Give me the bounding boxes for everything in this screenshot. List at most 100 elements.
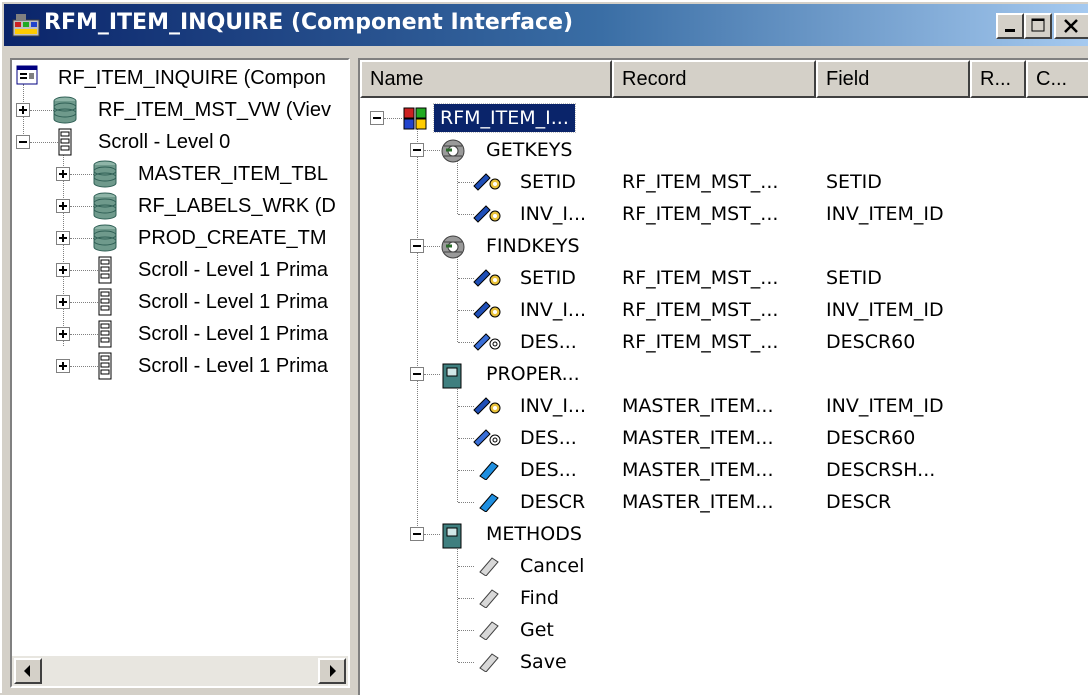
tree-grid-row[interactable]: INV_I... RF_ITEM_MST_... INV_ITEM_ID	[360, 198, 1088, 230]
column-header-record[interactable]: Record	[612, 60, 816, 98]
tree-item[interactable]: RF_LABELS_WRK (D	[12, 190, 348, 222]
tree-connector	[384, 118, 402, 119]
tree-item[interactable]: Scroll - Level 0	[12, 126, 348, 158]
scroll-right-button[interactable]	[318, 658, 346, 684]
column-header-c[interactable]: C...	[1026, 60, 1088, 98]
row-field: INV_ITEM_ID	[826, 299, 944, 321]
minimize-button[interactable]	[996, 13, 1024, 39]
column-header-name[interactable]: Name	[360, 60, 612, 98]
expand-icon[interactable]	[56, 327, 70, 341]
expand-icon[interactable]	[56, 359, 70, 373]
row-field: SETID	[826, 267, 882, 289]
row-name: Get	[520, 619, 554, 641]
row-record: MASTER_ITEM...	[622, 491, 774, 513]
tree-connector	[30, 142, 58, 143]
tree-grid-row[interactable]: SETID RF_ITEM_MST_... SETID	[360, 166, 1088, 198]
component-interface-icon	[12, 12, 40, 38]
window-title: RFM_ITEM_INQUIRE (Component Interface)	[44, 10, 574, 35]
tree-grid-row[interactable]: Cancel	[360, 550, 1088, 582]
tree-item-label: Scroll - Level 0	[98, 131, 231, 153]
column-header-r[interactable]: R...	[970, 60, 1026, 98]
tree-grid-row[interactable]: PROPER...	[360, 358, 1088, 390]
tree-item[interactable]: Scroll - Level 1 Prima	[12, 254, 348, 286]
component-interface-grid[interactable]: Name Record Field R... C... RFM_ITEM_I..…	[358, 58, 1088, 695]
tree-grid-row[interactable]: FINDKEYS	[360, 230, 1088, 262]
tree-item-label: RF_ITEM_INQUIRE (Compon	[58, 67, 326, 89]
collapse-icon[interactable]	[410, 367, 424, 381]
row-name: DES...	[520, 459, 577, 481]
row-name: PROPER...	[486, 363, 580, 385]
tree-item-label: Scroll - Level 1 Prima	[138, 259, 329, 281]
tree-item[interactable]: MASTER_ITEM_TBL	[12, 158, 348, 190]
expand-icon[interactable]	[56, 295, 70, 309]
method-icon	[472, 650, 504, 682]
tree-grid-row[interactable]: INV_I... MASTER_ITEM... INV_ITEM_ID	[360, 390, 1088, 422]
horizontal-scrollbar[interactable]	[12, 656, 348, 686]
collapse-icon[interactable]	[16, 135, 30, 149]
tree-connector	[70, 238, 94, 239]
tree-item[interactable]: PROD_CREATE_TM	[12, 222, 348, 254]
tree-grid-row[interactable]: Find	[360, 582, 1088, 614]
tree-grid-row[interactable]: INV_I... RF_ITEM_MST_... INV_ITEM_ID	[360, 294, 1088, 326]
tree-grid-row[interactable]: DESCR MASTER_ITEM... DESCR	[360, 486, 1088, 518]
row-name: Save	[520, 651, 567, 673]
collapse-icon[interactable]	[370, 111, 384, 125]
expand-icon[interactable]	[56, 231, 70, 245]
tree-grid-row[interactable]: Get	[360, 614, 1088, 646]
row-record: RF_ITEM_MST_...	[622, 267, 779, 289]
row-name: INV_I...	[520, 203, 587, 225]
row-field: DESCRSH...	[826, 459, 936, 481]
tree-item[interactable]: Scroll - Level 1 Prima	[12, 350, 348, 382]
tree-connector	[70, 206, 94, 207]
close-button[interactable]	[1054, 13, 1088, 39]
tree-connector	[30, 110, 54, 111]
row-name: DES...	[520, 331, 577, 353]
row-name: Find	[520, 587, 559, 609]
tree-grid-row[interactable]: DES... MASTER_ITEM... DESCRSH...	[360, 454, 1088, 486]
row-field: DESCR	[826, 491, 892, 513]
expand-icon[interactable]	[56, 199, 70, 213]
tree-item[interactable]: Scroll - Level 1 Prima	[12, 318, 348, 350]
structure-tree-pane[interactable]: RF_ITEM_INQUIRE (Compon RF_ITEM_MST_VW (V…	[10, 58, 350, 688]
tree-connector	[70, 366, 98, 367]
tree-item[interactable]: Scroll - Level 1 Prima	[12, 286, 348, 318]
row-name: INV_I...	[520, 395, 587, 417]
maximize-button[interactable]	[1024, 13, 1052, 39]
scroll-left-button[interactable]	[14, 658, 42, 684]
row-record: MASTER_ITEM...	[622, 427, 774, 449]
tree-grid-row[interactable]: GETKEYS	[360, 134, 1088, 166]
collapse-icon[interactable]	[410, 527, 424, 541]
row-record: MASTER_ITEM...	[622, 459, 774, 481]
tree-grid-row[interactable]: DES... RF_ITEM_MST_... DESCR60	[360, 326, 1088, 358]
tree-connector	[424, 246, 440, 247]
tree-item-label: Scroll - Level 1 Prima	[138, 291, 329, 313]
row-name: RFM_ITEM_I...	[433, 103, 576, 133]
tree-connector	[424, 374, 440, 375]
tree-item-label: RF_LABELS_WRK (D	[138, 195, 336, 217]
expand-icon[interactable]	[56, 167, 70, 181]
tree-connector	[70, 174, 94, 175]
row-name: Cancel	[520, 555, 585, 577]
row-name: METHODS	[486, 523, 582, 545]
row-name: INV_I...	[520, 299, 587, 321]
tree-grid-row[interactable]: METHODS	[360, 518, 1088, 550]
column-header-field[interactable]: Field	[816, 60, 970, 98]
collapse-icon[interactable]	[410, 143, 424, 157]
tree-item[interactable]: RF_ITEM_MST_VW (Viev	[12, 94, 348, 126]
row-name: SETID	[520, 267, 576, 289]
collapse-icon[interactable]	[410, 239, 424, 253]
tree-connector	[424, 150, 440, 151]
row-record: RF_ITEM_MST_...	[622, 171, 779, 193]
tree-grid-row[interactable]: SETID RF_ITEM_MST_... SETID	[360, 262, 1088, 294]
row-name: DESCR	[520, 491, 586, 513]
tree-item[interactable]: RF_ITEM_INQUIRE (Compon	[12, 62, 348, 94]
expand-icon[interactable]	[16, 103, 30, 117]
row-record: RF_ITEM_MST_...	[622, 203, 779, 225]
tree-grid-row[interactable]: RFM_ITEM_I...	[360, 102, 1088, 134]
tree-grid-row[interactable]: DES... MASTER_ITEM... DESCR60	[360, 422, 1088, 454]
tree-grid-row[interactable]: Save	[360, 646, 1088, 678]
row-name: FINDKEYS	[486, 235, 580, 257]
expand-icon[interactable]	[56, 263, 70, 277]
row-field: INV_ITEM_ID	[826, 203, 944, 225]
title-bar[interactable]: RFM_ITEM_INQUIRE (Component Interface)	[4, 4, 1088, 46]
